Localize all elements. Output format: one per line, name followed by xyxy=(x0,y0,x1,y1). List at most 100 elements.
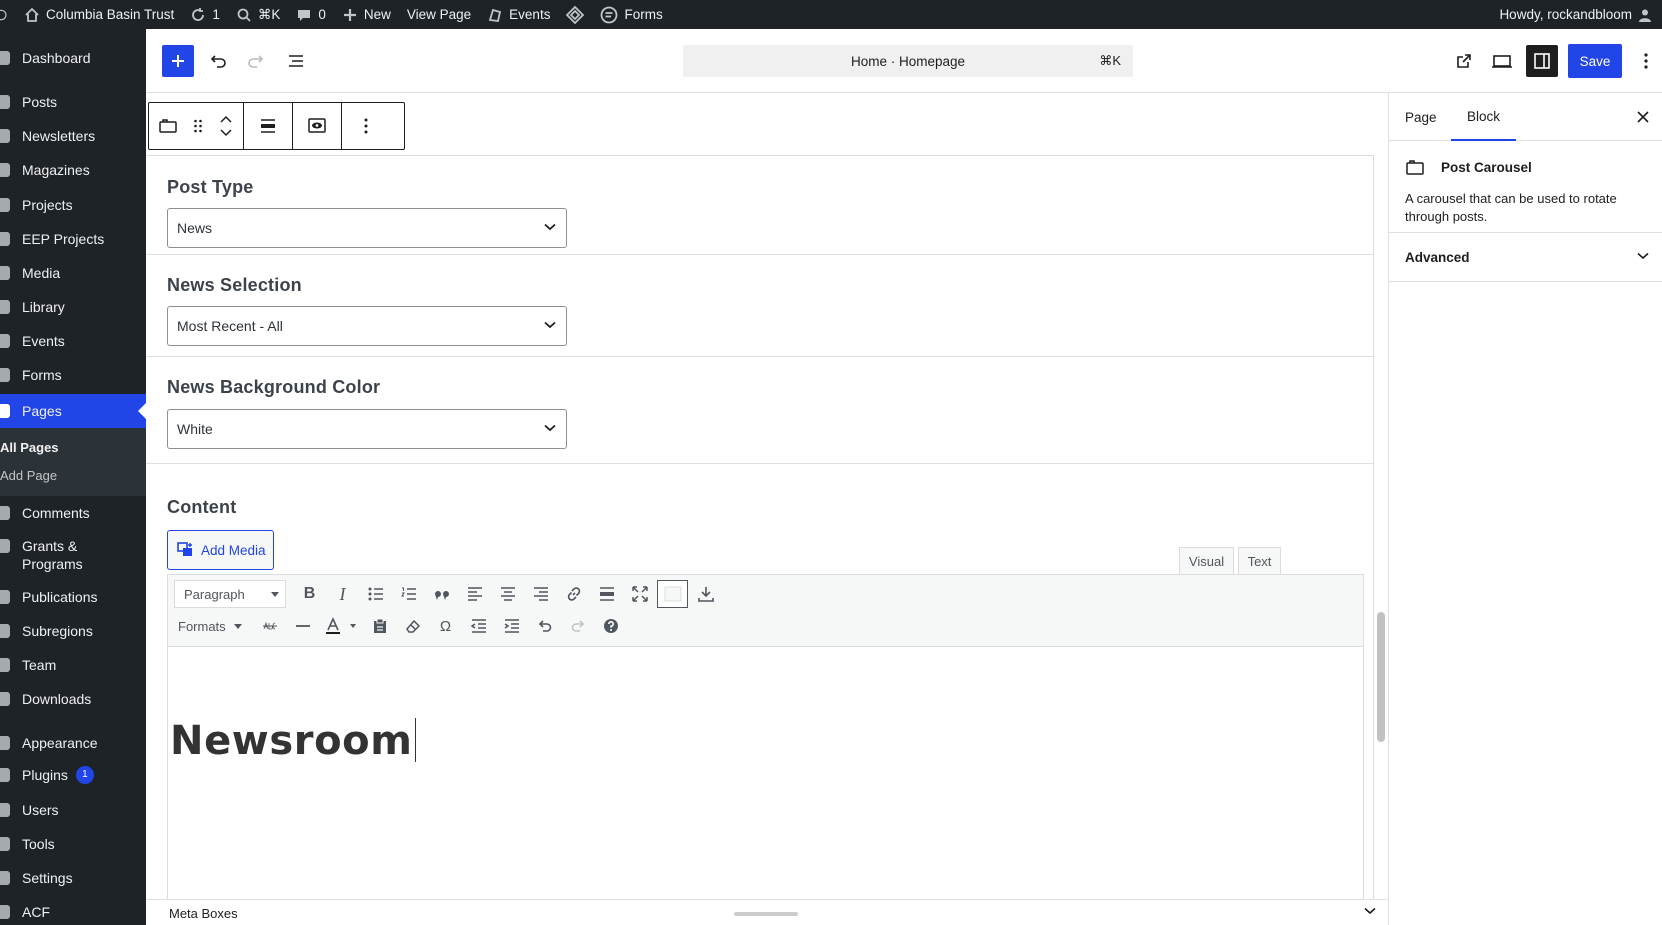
menu-acf[interactable]: ACF xyxy=(0,903,146,921)
editor-undo-button[interactable] xyxy=(529,612,560,640)
tab-block[interactable]: Block xyxy=(1451,93,1517,141)
tab-text[interactable]: Text xyxy=(1238,547,1281,575)
publications-icon xyxy=(0,590,10,604)
strikethrough-icon xyxy=(262,621,277,630)
numbered-list-button[interactable] xyxy=(393,580,424,608)
special-character-button[interactable]: Ω xyxy=(430,612,461,640)
menu-projects[interactable]: Projects xyxy=(0,196,146,214)
block-type-button[interactable] xyxy=(149,103,187,149)
tab-page[interactable]: Page xyxy=(1389,93,1453,141)
submenu-all-pages[interactable]: All Pages xyxy=(0,440,59,455)
forms-link[interactable]: Forms xyxy=(592,0,670,29)
comments-link[interactable]: 0 xyxy=(288,0,334,29)
device-preview-button[interactable] xyxy=(1486,45,1518,77)
read-more-button[interactable] xyxy=(591,580,622,608)
blockquote-button[interactable] xyxy=(426,580,457,608)
menu-library[interactable]: Library xyxy=(0,298,146,316)
text-color-button[interactable] xyxy=(320,612,362,640)
paste-as-text-button[interactable] xyxy=(364,612,395,640)
editor-redo-button[interactable] xyxy=(562,612,593,640)
menu-settings[interactable]: Settings xyxy=(0,869,146,887)
menu-tools[interactable]: Tools xyxy=(0,835,146,853)
italic-button[interactable]: I xyxy=(327,580,358,608)
meta-boxes-panel[interactable]: Meta Boxes xyxy=(146,899,1388,925)
menu-pages[interactable]: Pages xyxy=(0,394,146,428)
acf-icon xyxy=(0,905,10,919)
menu-comments[interactable]: Comments xyxy=(0,504,146,522)
bold-button[interactable]: B xyxy=(294,580,325,608)
chevron-down-icon[interactable] xyxy=(220,129,232,137)
undo-button[interactable] xyxy=(202,45,234,77)
download-button[interactable] xyxy=(690,580,721,608)
post-type-select[interactable]: News xyxy=(167,208,567,248)
clear-formatting-button[interactable] xyxy=(397,612,428,640)
formats-menu[interactable]: Formats xyxy=(174,612,246,640)
menu-posts[interactable]: Posts xyxy=(0,93,146,111)
document-overview-button[interactable] xyxy=(280,45,312,77)
heading-text: Newsroom xyxy=(170,718,413,764)
menu-users[interactable]: Users xyxy=(0,801,146,819)
fullscreen-button[interactable] xyxy=(624,580,655,608)
toolbar-toggle-button[interactable] xyxy=(657,580,688,608)
drag-handle[interactable] xyxy=(187,103,209,149)
field-label: Post Type xyxy=(167,177,254,197)
resize-handle[interactable] xyxy=(734,912,798,916)
menu-downloads[interactable]: Downloads xyxy=(0,690,146,708)
news-selection-select[interactable]: Most Recent - All xyxy=(167,306,567,346)
menu-team[interactable]: Team xyxy=(0,656,146,674)
menu-grants-programs[interactable]: Grants & Programs xyxy=(0,537,146,573)
keyboard-shortcuts-button[interactable] xyxy=(595,612,626,640)
insert-link-button[interactable] xyxy=(558,580,589,608)
canvas-scrollbar[interactable] xyxy=(1377,612,1385,742)
close-sidebar-button[interactable] xyxy=(1633,107,1653,127)
updates-link[interactable]: 1 xyxy=(182,0,228,29)
settings-sidebar-toggle[interactable] xyxy=(1526,45,1558,77)
menu-forms[interactable]: Forms xyxy=(0,366,146,384)
view-page-link[interactable]: View Page xyxy=(399,0,479,29)
events-link[interactable]: Events xyxy=(479,0,558,29)
tab-visual[interactable]: Visual xyxy=(1179,547,1234,575)
format-select[interactable]: Paragraph xyxy=(174,580,286,608)
outdent-button[interactable] xyxy=(463,612,494,640)
bullet-list-button[interactable] xyxy=(360,580,391,608)
chevron-up-icon[interactable] xyxy=(220,115,232,123)
diamond-link[interactable] xyxy=(558,0,592,29)
menu-publications[interactable]: Publications xyxy=(0,588,146,606)
editor-content-area[interactable]: Newsroom xyxy=(168,647,1363,899)
align-center-button[interactable] xyxy=(492,580,523,608)
new-content-link[interactable]: New xyxy=(334,0,399,29)
menu-subregions[interactable]: Subregions xyxy=(0,622,146,640)
preview-toggle-button[interactable] xyxy=(293,103,341,149)
indent-button[interactable] xyxy=(496,612,527,640)
advanced-panel-toggle[interactable]: Advanced xyxy=(1389,234,1662,282)
menu-dashboard[interactable]: Dashboard xyxy=(0,49,146,67)
move-up-down-buttons[interactable] xyxy=(209,103,243,149)
chevron-down-icon[interactable] xyxy=(1364,907,1376,915)
submenu-add-page[interactable]: Add Page xyxy=(0,468,57,483)
menu-plugins[interactable]: Plugins 1 xyxy=(0,766,146,784)
add-media-button[interactable]: Add Media xyxy=(167,530,274,570)
search-shortcut-link[interactable]: ⌘K xyxy=(228,0,289,29)
wordpress-logo[interactable] xyxy=(0,0,16,29)
site-name-link[interactable]: Columbia Basin Trust xyxy=(16,0,182,29)
redo-button[interactable] xyxy=(240,45,272,77)
menu-appearance[interactable]: Appearance xyxy=(0,734,146,752)
options-menu-button[interactable] xyxy=(1630,45,1662,77)
news-background-color-select[interactable]: White xyxy=(167,409,567,449)
my-account-link[interactable]: Howdy, rockandbloom xyxy=(1491,0,1662,29)
menu-magazines[interactable]: Magazines xyxy=(0,161,146,179)
view-page-button[interactable] xyxy=(1448,45,1480,77)
block-inserter-button[interactable] xyxy=(162,45,194,77)
menu-events[interactable]: Events xyxy=(0,332,146,350)
align-left-button[interactable] xyxy=(459,580,490,608)
block-options-button[interactable] xyxy=(342,103,390,149)
align-button[interactable] xyxy=(244,103,292,149)
menu-media[interactable]: Media xyxy=(0,264,146,282)
command-palette-bar[interactable]: Home · Homepage ⌘K xyxy=(683,45,1133,77)
menu-eep-projects[interactable]: EEP Projects xyxy=(0,230,146,248)
strikethrough-button[interactable] xyxy=(254,612,285,640)
menu-newsletters[interactable]: Newsletters xyxy=(0,127,146,145)
save-button[interactable]: Save xyxy=(1568,44,1622,78)
horizontal-line-button[interactable] xyxy=(287,612,318,640)
align-right-button[interactable] xyxy=(525,580,556,608)
